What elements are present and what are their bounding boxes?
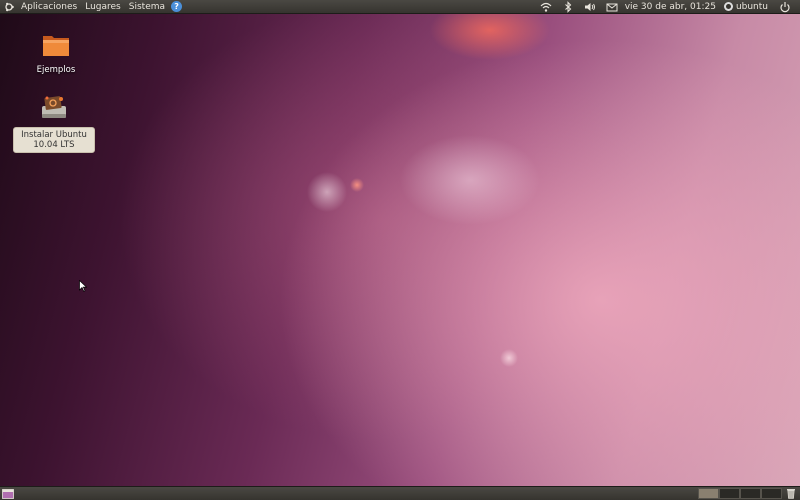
workspace-1[interactable] [698,488,719,499]
desktop[interactable]: Aplicaciones Lugares Sistema ? vie 30 de… [0,0,800,500]
menu-lugares[interactable]: Lugares [81,0,125,14]
mouse-pointer-icon [79,280,87,292]
menu-sistema[interactable]: Sistema [125,0,169,14]
user-name: ubuntu [735,1,768,12]
clock[interactable]: vie 30 de abr, 01:25 [623,0,722,14]
installer-icon [42,96,66,118]
menu-aplicaciones[interactable]: Aplicaciones [17,0,81,14]
panel-tray: vie 30 de abr, 01:25 ubuntu [535,0,800,14]
trash-icon[interactable] [786,488,796,499]
workspace-4[interactable] [761,488,782,499]
workspace-3[interactable] [740,488,761,499]
mail-icon[interactable] [606,1,618,13]
user-icon [723,2,733,11]
show-desktop-icon[interactable] [2,488,14,499]
help-icon[interactable]: ? [171,1,183,12]
workspace-2[interactable] [719,488,740,499]
desktop-icon-install-ubuntu[interactable]: Instalar Ubuntu 10.04 LTS [13,92,95,153]
top-panel: Aplicaciones Lugares Sistema ? vie 30 de… [0,0,800,14]
folder-icon [43,36,69,56]
panel-menus: Aplicaciones Lugares Sistema ? [0,0,183,14]
bottom-panel [0,486,800,500]
bluetooth-icon[interactable] [562,0,574,13]
volume-icon[interactable] [584,1,596,13]
desktop-icon-ejemplos[interactable]: Ejemplos [15,30,97,75]
ubuntu-logo-icon[interactable] [4,2,14,12]
desktop-icon-label: Ejemplos [36,65,76,75]
workspace-switcher [698,488,782,499]
desktop-icon-label: Instalar Ubuntu 10.04 LTS [13,127,95,153]
user-menu[interactable]: ubuntu [722,0,774,14]
wifi-icon[interactable] [540,1,552,13]
power-icon[interactable] [779,1,791,13]
